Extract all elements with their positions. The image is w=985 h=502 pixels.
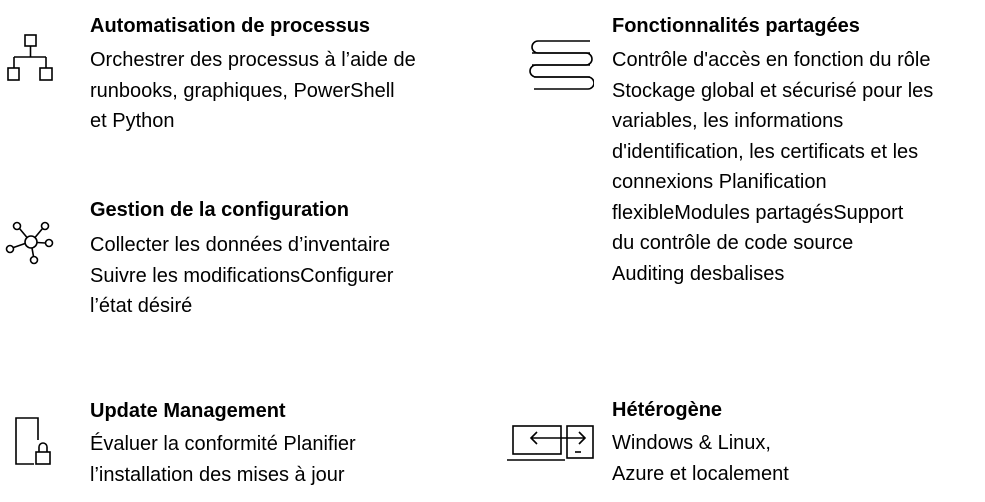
description-line: l’installation des mises à jour	[90, 463, 345, 486]
description-line: Évaluer la conformité Planifier	[90, 433, 356, 455]
feature-title: Gestion de la configuration	[90, 199, 349, 221]
description-line: variables, les informations	[612, 110, 844, 132]
description-line: Azure et localement	[612, 462, 789, 485]
description-line: Stockage global et sécurisé pour les	[612, 79, 934, 102]
feature-title: Automatisation de processus	[90, 15, 371, 37]
feature-title: Hétérogène	[612, 399, 723, 421]
description-line: du contrôle de code source	[612, 232, 854, 254]
description-line: Contrôle d'accès en fonction du rôle	[612, 49, 931, 71]
hierarchy-icon	[4, 33, 56, 88]
hybrid-devices-icon	[505, 420, 597, 469]
description-line: flexibleModules partagésSupport	[612, 201, 904, 224]
feature-title: Fonctionnalités partagées	[612, 15, 860, 37]
network-hub-icon	[4, 216, 56, 273]
description-line: Auditing desbalises	[612, 262, 785, 285]
feature-description: Évaluer la conformité Planifier l’instal…	[90, 429, 356, 490]
feature-description: Windows & Linux, Azure et localement	[612, 428, 789, 489]
description-line: runbooks, graphiques, PowerShell	[90, 79, 395, 102]
description-line: l’état désiré	[90, 295, 193, 317]
feature-description: Collecter les données d’inventaire Suivr…	[90, 230, 393, 322]
description-line: Suivre les modificationsConfigurer	[90, 264, 394, 287]
feature-title: Update Management	[90, 400, 286, 422]
feature-description: Contrôle d'accès en fonction du rôle Sto…	[612, 45, 933, 289]
feature-description: Orchestrer des processus à l’aide de run…	[90, 45, 416, 137]
description-line: connexions Planification	[612, 171, 827, 193]
description-line: Orchestrer des processus à l’aide de	[90, 49, 416, 71]
description-line: d'identification, les certificats et les	[612, 140, 919, 163]
description-line: Collecter les données d’inventaire	[90, 234, 391, 256]
document-lock-icon	[10, 414, 58, 475]
description-line: Windows & Linux,	[612, 432, 771, 454]
description-line: et Python	[90, 110, 175, 132]
book-stack-icon	[528, 38, 595, 97]
